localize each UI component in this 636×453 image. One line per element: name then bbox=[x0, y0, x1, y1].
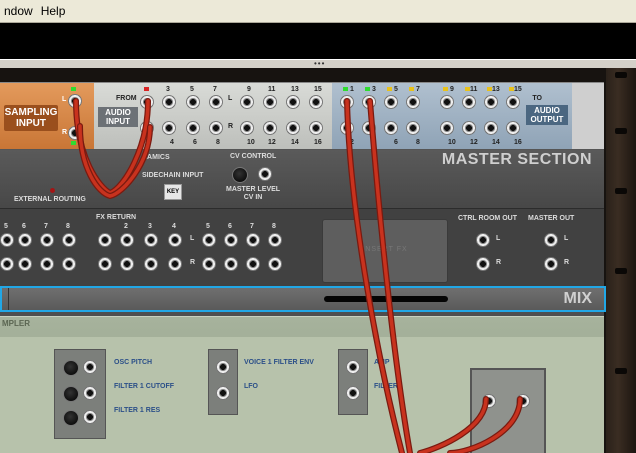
menu-bar: ndow Help bbox=[0, 0, 636, 23]
rack: SAMPLING INPUT L R FROM AUDIO INPUT 3 5 … bbox=[0, 68, 636, 453]
patch-cable[interactable] bbox=[73, 98, 151, 197]
patch-cables bbox=[73, 98, 523, 453]
grip-icon: ••• bbox=[314, 59, 326, 68]
patch-cable[interactable] bbox=[74, 99, 150, 195]
transport-strip bbox=[0, 23, 636, 59]
patch-cable[interactable] bbox=[77, 123, 153, 200]
menu-help[interactable]: Help bbox=[37, 0, 70, 22]
menu-window[interactable]: ndow bbox=[0, 0, 37, 22]
